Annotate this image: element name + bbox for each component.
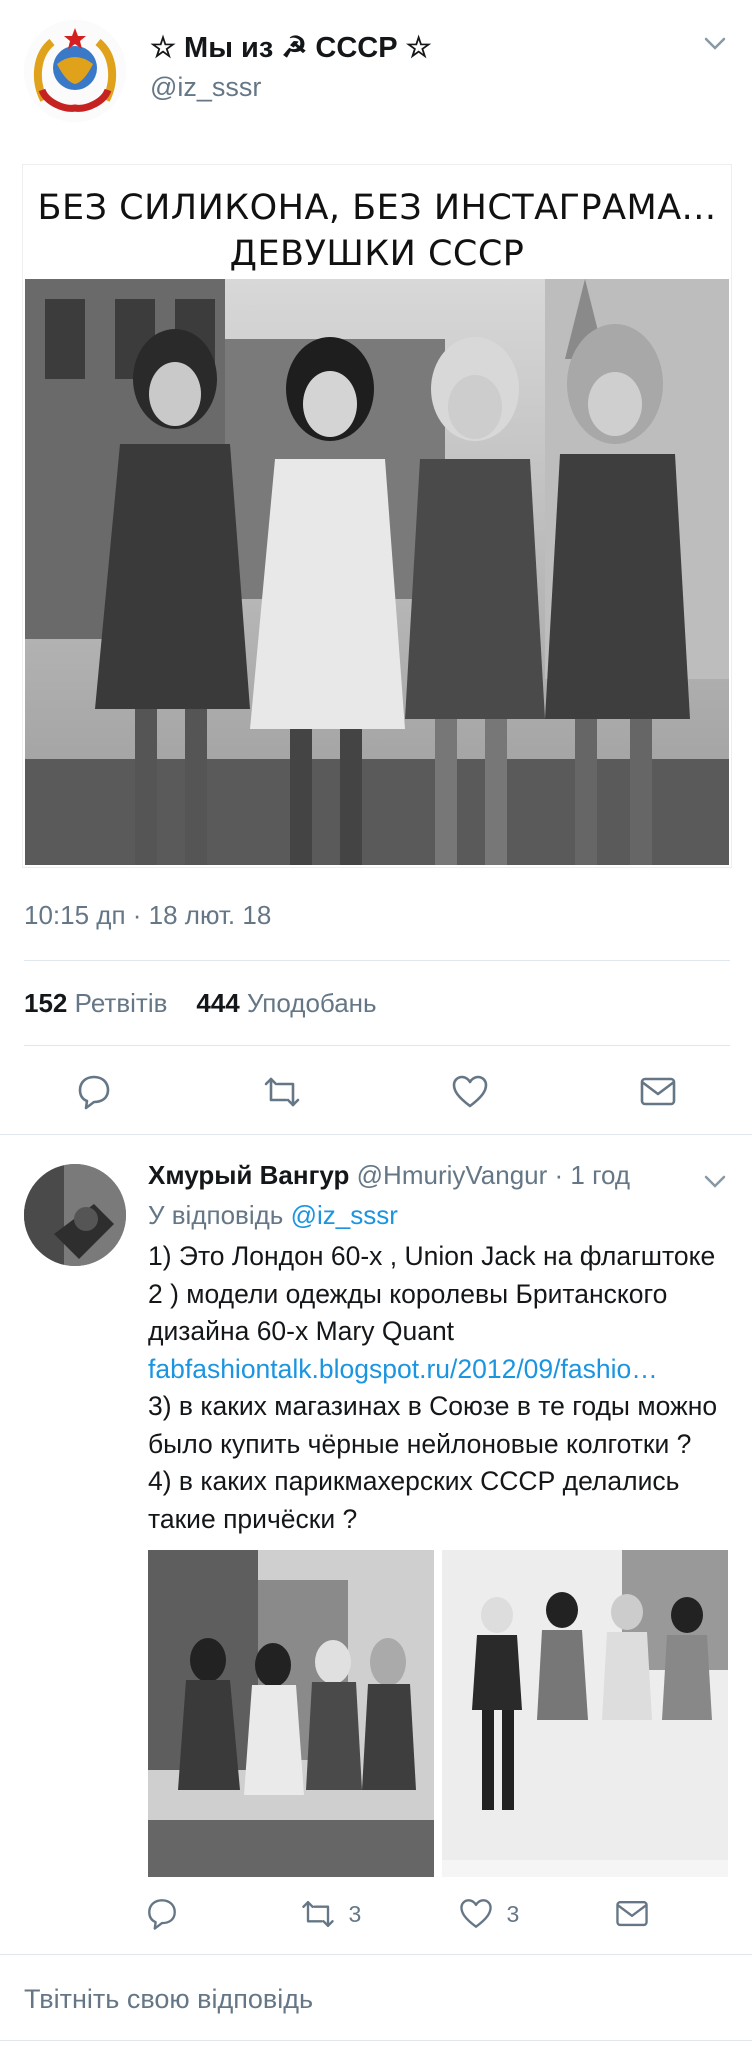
reply-author-avatar[interactable] (24, 1164, 126, 1266)
reply-icon[interactable] (72, 1070, 116, 1114)
envelope-icon[interactable] (612, 1894, 656, 1938)
reply-retweet-button[interactable]: 3 (298, 1894, 388, 1934)
retweets-label: Ретвітів (74, 988, 168, 1018)
envelope-icon[interactable] (636, 1070, 680, 1114)
tweet-timestamp[interactable]: 10:15 дп · 18 лют. 18 (24, 900, 271, 931)
reply-retweet-count: 3 (348, 1900, 362, 1927)
replying-to-prefix: У відповідь (148, 1200, 284, 1230)
compose-reply-input[interactable]: Твітніть свою відповідь (24, 1984, 313, 2015)
section-divider (0, 1134, 752, 1135)
card-headline: БЕЗ СИЛИКОНА, БЕЗ ИНСТАГРАМА... ДЕВУШКИ … (23, 185, 731, 277)
reply-icon[interactable] (142, 1894, 186, 1938)
retweet-icon (302, 1901, 334, 1927)
retweet-icon[interactable] (260, 1070, 304, 1114)
divider (24, 960, 730, 961)
heart-icon[interactable] (448, 1070, 492, 1114)
reply-author-name[interactable]: Хмурый Вангур (148, 1160, 349, 1190)
card-headline-line1: БЕЗ СИЛИКОНА, БЕЗ ИНСТАГРАМА... (37, 188, 717, 228)
chevron-down-icon[interactable] (700, 28, 730, 58)
tweet-photo[interactable] (25, 279, 729, 865)
reply-text-part1: 1) Это Лондон 60-х , Union Jack на флагш… (148, 1241, 716, 1346)
reply-header: Хмурый Вангур @HmuriyVangur · 1 год (148, 1160, 630, 1191)
section-divider (0, 2040, 752, 2041)
reply-photo-2[interactable] (442, 1550, 728, 1877)
likes-stat[interactable]: 444 Уподобань (196, 988, 376, 1018)
replying-to: У відповідь @iz_sssr (148, 1200, 398, 1231)
reply-like-count: 3 (506, 1900, 520, 1927)
reply-text: 1) Это Лондон 60-х , Union Jack на флагш… (148, 1238, 718, 1538)
reply-like-button[interactable]: 3 (456, 1894, 546, 1934)
tweet-stats: 152 Ретвітів 444 Уподобань (24, 988, 377, 1019)
reply-photo-1[interactable] (148, 1550, 434, 1877)
tweet-media-card[interactable]: БЕЗ СИЛИКОНА, БЕЗ ИНСТАГРАМА... ДЕВУШКИ … (22, 164, 732, 868)
section-divider (0, 1954, 752, 1955)
reply-time[interactable]: · 1 год (555, 1160, 631, 1190)
reply-text-part2: 3) в каких магазинах в Союзе в те годы м… (148, 1391, 718, 1534)
author-display-name[interactable]: ☆ Мы из ☭ СССР ☆ (150, 30, 432, 65)
likes-count: 444 (196, 988, 240, 1018)
likes-label: Уподобань (246, 988, 377, 1018)
author-avatar[interactable] (24, 20, 126, 122)
heart-icon (460, 1899, 492, 1928)
divider (24, 1045, 730, 1046)
chevron-down-icon[interactable] (700, 1166, 730, 1196)
author-handle[interactable]: @iz_sssr (150, 72, 261, 103)
reply-link[interactable]: fabfashiontalk.blogspot.ru/2012/09/fashi… (148, 1354, 658, 1384)
reply-author-handle[interactable]: @HmuriyVangur (357, 1160, 548, 1190)
retweets-count: 152 (24, 988, 68, 1018)
retweets-stat[interactable]: 152 Ретвітів (24, 988, 167, 1018)
card-headline-line2: ДЕВУШКИ СССР (229, 234, 525, 274)
replying-to-handle[interactable]: @iz_sssr (291, 1200, 398, 1230)
